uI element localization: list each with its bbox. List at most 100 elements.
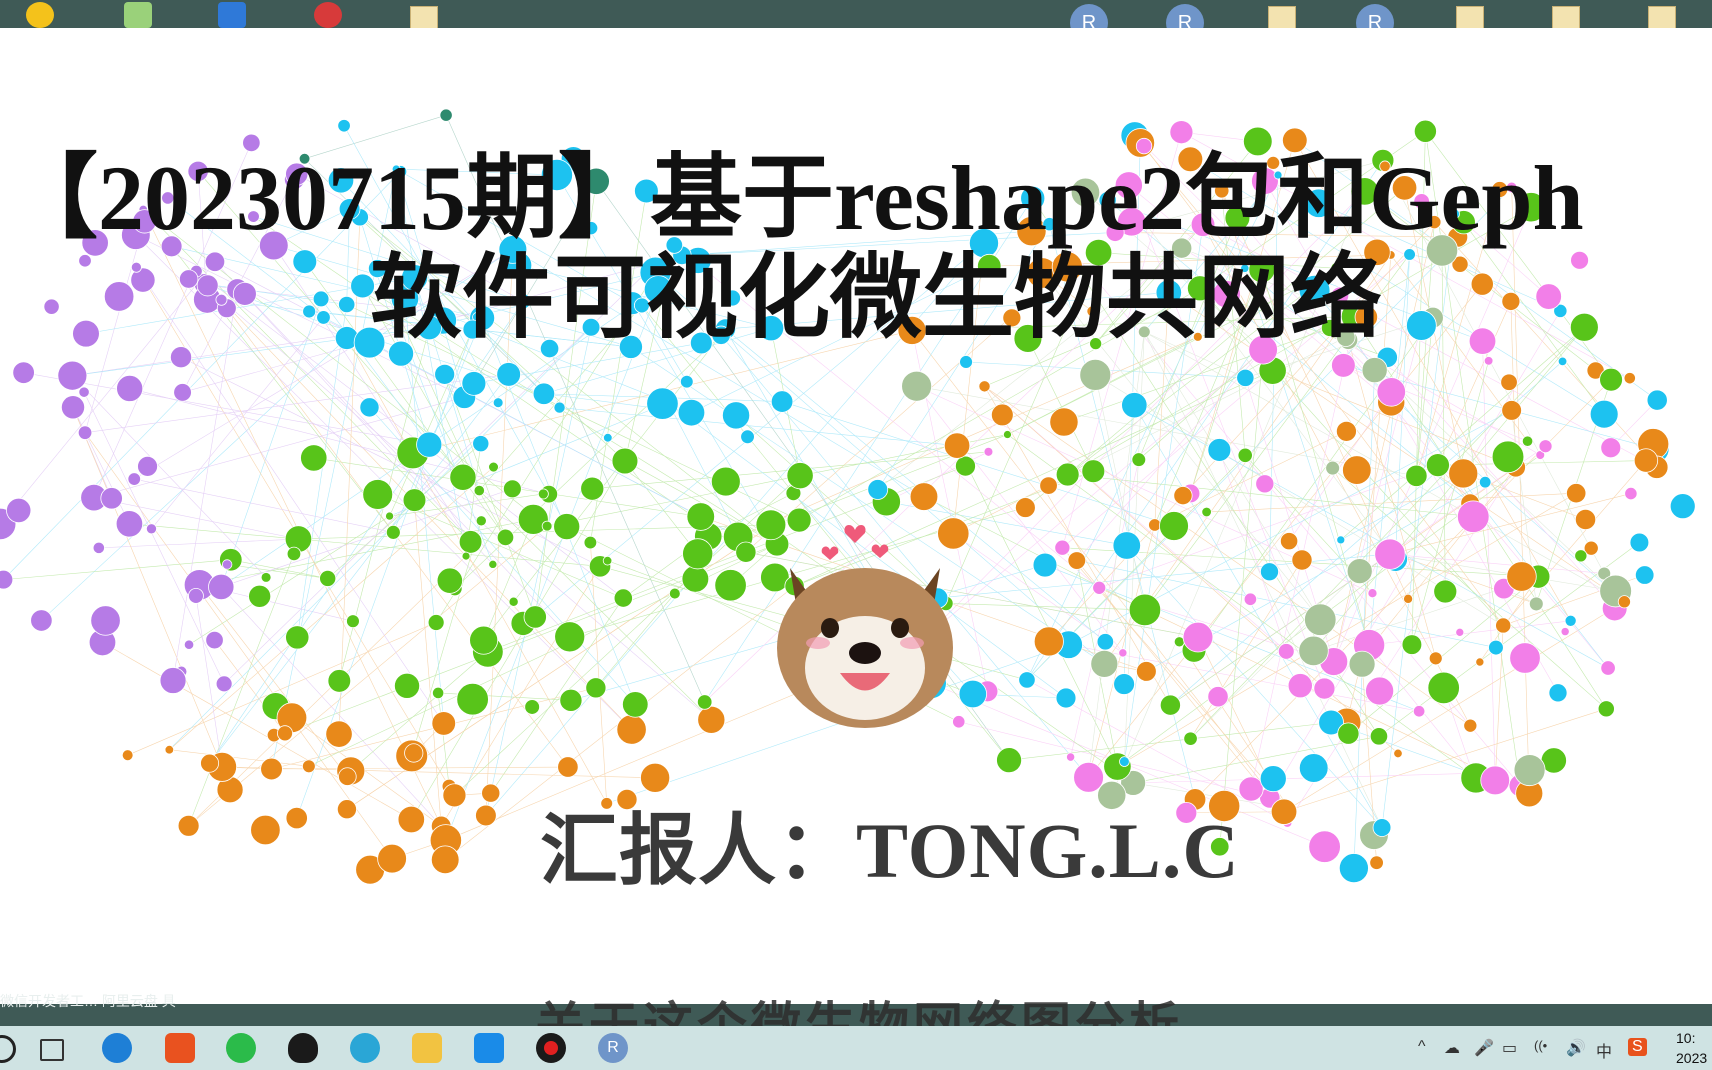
feishu-icon[interactable] [474,1033,504,1063]
system-clock[interactable]: 10: 2023 [1676,1028,1712,1068]
wechat-icon[interactable] [226,1033,256,1063]
network-node [1528,596,1544,612]
network-node [602,556,613,566]
network-node [1480,765,1511,796]
microphone-icon[interactable]: 🎤 [1474,1038,1494,1058]
network-node [496,528,515,547]
network-node [735,541,757,563]
network-edge [559,407,958,446]
network-node [325,720,353,748]
cloud-icon[interactable]: ☁ [1444,1038,1460,1058]
network-node [682,538,714,570]
edge-legacy-icon[interactable] [102,1033,132,1063]
network-node [449,463,477,491]
battery-icon[interactable]: ▭ [1502,1038,1517,1058]
network-node [300,444,328,472]
network-node [996,747,1022,774]
wifi-icon[interactable]: ((• [1534,1038,1547,1053]
network-node [1255,474,1275,494]
network-node [1393,748,1403,759]
network-node [205,630,224,650]
show-hidden-icons-icon[interactable]: ^ [1418,1038,1426,1056]
network-node [0,569,14,590]
network-node [1633,448,1659,473]
task-view-icon[interactable] [40,1039,64,1061]
qq-icon[interactable] [288,1033,318,1063]
network-node [1054,539,1071,556]
network-node [100,487,123,510]
network-node [1291,549,1313,571]
network-node [1589,399,1619,429]
desktop-file-icon[interactable] [1552,6,1580,30]
network-node [901,370,933,402]
network-node [1401,634,1423,655]
edge-icon[interactable] [350,1033,380,1063]
office-icon[interactable] [165,1033,195,1063]
network-node [770,390,794,413]
desktop-file-icon[interactable] [1268,6,1296,30]
network-node [553,401,566,414]
desktop-file-icon[interactable] [1456,6,1484,30]
network-node [434,363,456,385]
r-icon[interactable]: R [598,1033,628,1063]
network-node [397,805,425,834]
network-node [1617,595,1631,609]
desktop-file-icon[interactable] [410,6,438,30]
network-node [1131,452,1147,467]
network-node [1335,420,1357,442]
desktop-app-icon[interactable] [26,2,54,28]
network-node [1624,487,1638,501]
network-node [1032,552,1058,578]
network-node [1238,776,1264,802]
network-edge [624,460,698,554]
volume-icon[interactable]: 🔊 [1566,1038,1586,1058]
network-node [1376,377,1406,407]
network-node [1313,677,1336,700]
network-node [554,621,586,653]
desktop-file-icon[interactable] [1648,6,1676,30]
network-node [1298,635,1329,667]
search-icon[interactable] [0,1035,16,1063]
network-node [990,403,1014,427]
network-node [1433,579,1458,604]
network-node [362,479,394,510]
desktop-app-icon[interactable] [124,2,152,28]
network-node [337,119,351,133]
network-node [394,672,421,699]
clock-date: 2023 [1676,1050,1708,1066]
network-node [1623,372,1636,385]
network-node [1428,651,1443,666]
network-node [1148,518,1162,532]
desktop-app-icon[interactable] [314,2,342,28]
network-node [496,362,521,387]
network-node [1055,687,1077,709]
network-edge [945,603,1145,611]
network-node [616,714,647,745]
network-node [57,360,88,391]
network-node [603,433,613,443]
network-node [710,466,741,497]
desktop-settings-icon[interactable] [218,2,246,28]
network-node [221,559,233,570]
network-node [170,346,193,369]
network-node [786,462,814,490]
network-node [1207,686,1229,708]
reporter-label: 汇报人：TONG.L.C [540,807,1240,894]
input-method-icon[interactable]: 中 [1596,1038,1612,1062]
record-icon[interactable] [536,1033,566,1063]
network-node [1374,538,1406,570]
network-node [1207,438,1232,462]
sogou-icon[interactable]: S [1628,1038,1647,1056]
network-node [1308,830,1341,863]
network-node [943,432,971,459]
network-node [1629,532,1650,553]
network-node [6,497,32,524]
network-edge [1369,620,1571,646]
file-explorer-icon[interactable] [412,1033,442,1063]
network-edge [1138,349,1264,460]
network-node [1342,455,1372,485]
network-node [177,814,200,837]
network-node [1236,368,1255,387]
network-node [1113,673,1135,695]
network-node [461,551,471,561]
